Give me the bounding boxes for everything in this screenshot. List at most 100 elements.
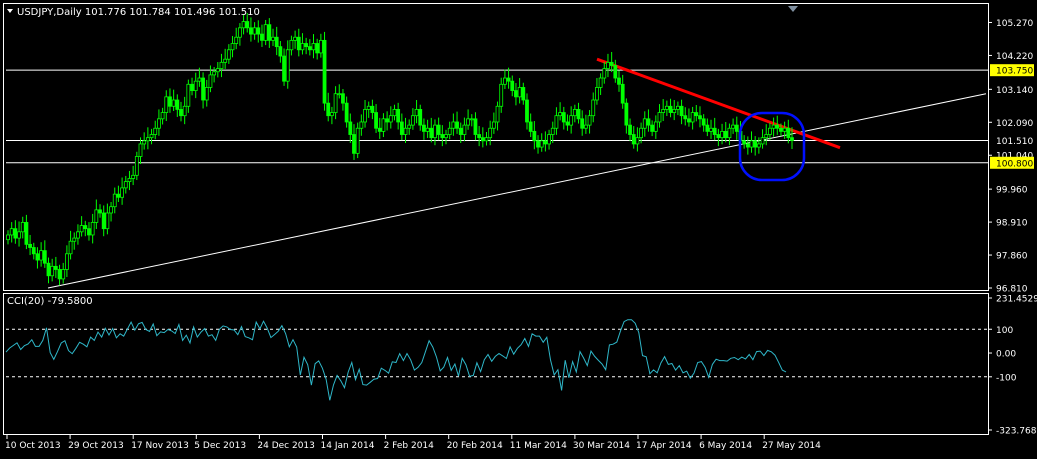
candle-body	[444, 134, 448, 139]
cci-tick-label: 100	[996, 326, 1013, 336]
date-tick-label: 30 Mar 2014	[573, 441, 630, 451]
candle-body	[672, 109, 677, 113]
candle-body	[234, 36, 239, 44]
candle-body	[675, 105, 680, 110]
candle-body	[61, 269, 66, 280]
candle-body	[694, 112, 699, 117]
menu-dropdown-icon[interactable]	[7, 9, 13, 13]
candle-body	[653, 121, 658, 132]
price-tick-label: 99.960	[996, 186, 1028, 196]
candle-body	[46, 262, 51, 277]
candle-body	[775, 124, 780, 129]
price-badge-label: 100.800	[996, 159, 1033, 169]
price-tick-label: 102.090	[996, 119, 1033, 129]
candle-body	[716, 134, 721, 139]
candle-body	[779, 127, 783, 132]
candle-body	[690, 112, 695, 123]
candle-body	[241, 21, 246, 29]
candle-body	[31, 247, 36, 255]
candle-body	[587, 115, 592, 126]
candle-body	[532, 130, 537, 142]
candle-body	[168, 96, 172, 107]
candle-body	[414, 109, 419, 117]
candle-body	[731, 124, 736, 129]
candle-body	[458, 127, 463, 135]
candle-body	[197, 77, 202, 82]
candle-body	[300, 43, 305, 51]
date-tick-label: 27 May 2014	[762, 441, 821, 451]
candle-body	[547, 134, 551, 145]
candle-body	[219, 61, 224, 70]
date-tick-label: 24 Dec 2013	[257, 441, 315, 451]
candle-body	[186, 83, 191, 107]
candle-body	[355, 127, 360, 154]
candle-body	[429, 127, 434, 139]
candle-body	[42, 250, 47, 264]
candle-body	[366, 105, 371, 110]
candle-body	[68, 240, 73, 255]
candle-body	[720, 130, 724, 139]
candle-body	[76, 231, 80, 239]
candle-body	[87, 228, 91, 236]
candle-body	[628, 124, 632, 135]
candle-body	[171, 99, 176, 107]
candle-body	[565, 121, 570, 126]
candle-body	[293, 36, 297, 41]
candle-body	[403, 127, 408, 135]
candle-body	[337, 93, 342, 96]
candle-body	[164, 96, 169, 113]
candle-body	[182, 105, 187, 117]
candle-body	[436, 124, 441, 135]
candle-body	[348, 121, 353, 135]
candle-body	[469, 118, 474, 121]
candle-body	[679, 105, 684, 117]
candle-body	[83, 225, 88, 230]
candle-body	[50, 265, 55, 277]
price-tick-label: 98.910	[996, 219, 1028, 229]
candle-body	[381, 118, 386, 132]
candle-body	[598, 77, 603, 88]
date-tick-label: 17 Apr 2014	[636, 441, 692, 451]
candle-body	[528, 121, 533, 132]
candle-body	[561, 112, 566, 123]
candle-body	[462, 124, 467, 135]
candle-body	[6, 234, 10, 241]
candle-body	[245, 21, 250, 29]
candle-body	[24, 222, 29, 245]
candle-body	[617, 77, 621, 85]
date-tick-label: 5 Dec 2013	[194, 441, 246, 451]
candle-body	[536, 140, 540, 148]
candle-body	[543, 140, 548, 145]
candle-body	[249, 27, 253, 35]
candle-body	[418, 109, 423, 126]
chart-shift-marker[interactable]	[788, 6, 798, 12]
candle-body	[101, 212, 106, 230]
candle-body	[370, 105, 375, 113]
candle-body	[326, 102, 331, 117]
candle-body	[764, 134, 769, 139]
candle-body	[580, 118, 585, 129]
candle-body	[473, 118, 478, 135]
candle-body	[609, 61, 614, 66]
candle-body	[705, 124, 710, 132]
candle-body	[282, 55, 286, 82]
date-tick-label: 6 May 2014	[699, 441, 752, 451]
candle-body	[285, 49, 290, 82]
price-tick-label: 97.860	[996, 252, 1028, 262]
candle-body	[786, 127, 791, 139]
date-tick-label: 11 Mar 2014	[510, 441, 567, 451]
candle-body	[204, 87, 209, 101]
candle-body	[517, 87, 522, 98]
candle-body	[377, 127, 382, 132]
date-tick-label: 2 Feb 2014	[384, 441, 435, 451]
candle-body	[771, 124, 776, 129]
candle-body	[576, 109, 581, 120]
candle-body	[271, 36, 275, 41]
candle-body	[226, 49, 231, 60]
candle-body	[208, 74, 213, 88]
candle-body	[539, 140, 544, 148]
candle-body	[9, 228, 14, 236]
candle-body	[98, 209, 102, 214]
candle-body	[374, 112, 378, 129]
candle-body	[495, 105, 500, 123]
